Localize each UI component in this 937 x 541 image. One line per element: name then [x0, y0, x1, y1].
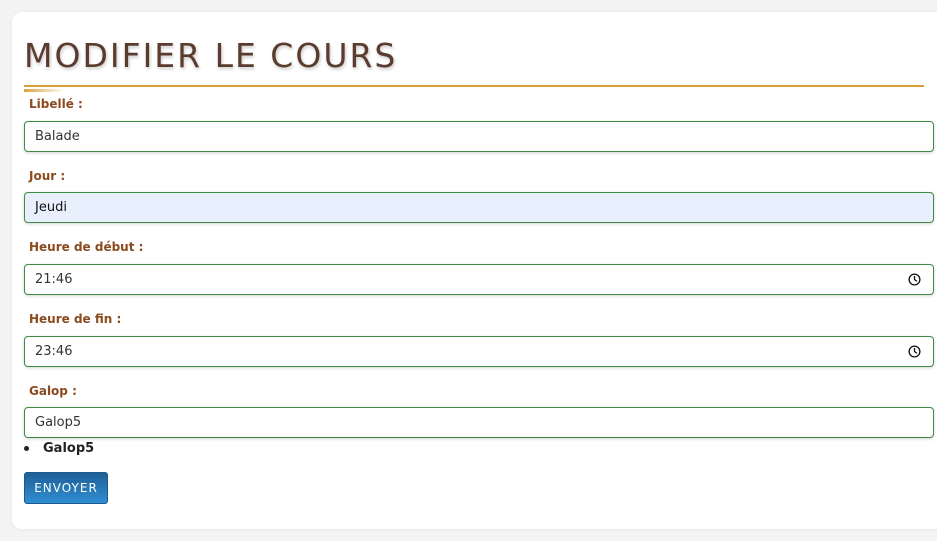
heure-fin-value: 23:46 — [35, 344, 73, 359]
jour-value: Jeudi — [35, 200, 67, 215]
title-accent — [24, 89, 64, 92]
galop-list-item: Galop5 — [24, 441, 95, 456]
clock-icon[interactable] — [908, 273, 921, 286]
galop-list-item-label: Galop5 — [43, 441, 95, 456]
heure-fin-input[interactable]: 23:46 — [24, 336, 934, 367]
libelle-label: Libellé : — [29, 97, 83, 111]
page-title: MODIFIER LE COURS — [24, 36, 398, 75]
galop-value: Galop5 — [35, 415, 82, 430]
heure-debut-value: 21:46 — [35, 272, 73, 287]
galop-input[interactable]: Galop5 — [24, 407, 934, 438]
bullet-icon — [24, 446, 29, 451]
heure-fin-label: Heure de fin : — [29, 312, 122, 326]
libelle-value: Balade — [35, 129, 80, 144]
title-divider — [24, 85, 924, 87]
form-card: MODIFIER LE COURS Libellé : Balade Jour … — [12, 12, 937, 529]
libelle-input[interactable]: Balade — [24, 121, 934, 152]
submit-button[interactable]: ENVOYER — [24, 472, 108, 504]
jour-input[interactable]: Jeudi — [24, 192, 934, 223]
galop-label: Galop : — [29, 384, 77, 398]
heure-debut-label: Heure de début : — [29, 240, 144, 254]
clock-icon[interactable] — [908, 345, 921, 358]
heure-debut-input[interactable]: 21:46 — [24, 264, 934, 295]
jour-label: Jour : — [29, 169, 66, 183]
